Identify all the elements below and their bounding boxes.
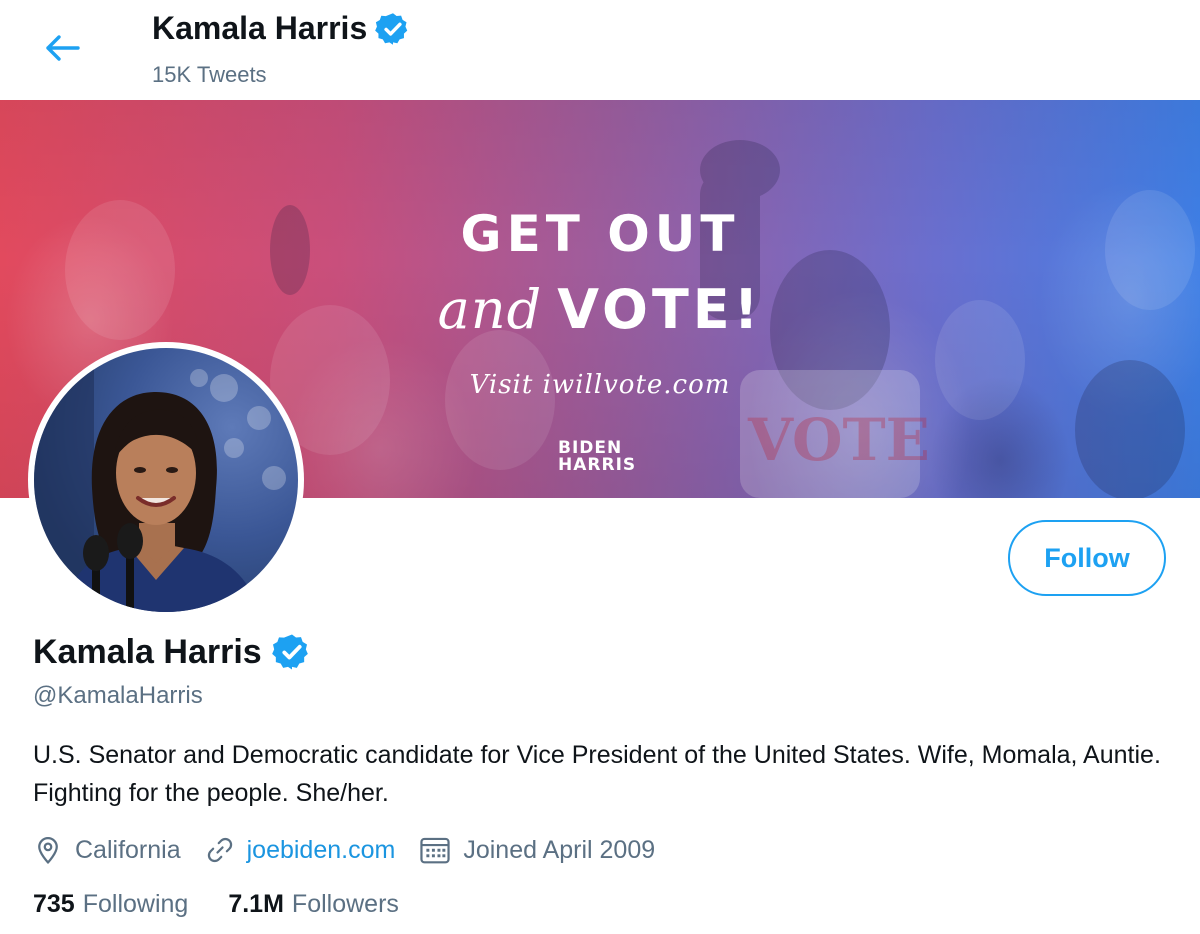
profile-avatar[interactable] bbox=[28, 342, 304, 618]
following-stat[interactable]: 735 Following bbox=[33, 890, 188, 919]
tweet-count: 15K Tweets bbox=[152, 62, 267, 87]
calendar-icon bbox=[420, 837, 450, 864]
followers-stat[interactable]: 7.1M Followers bbox=[228, 890, 399, 919]
banner-subheadline: and VOTE! bbox=[0, 278, 1200, 341]
follow-button[interactable]: Follow bbox=[1008, 520, 1166, 596]
avatar-photo bbox=[34, 348, 298, 612]
following-count: 735 bbox=[33, 890, 75, 918]
profile-meta: California joebiden.com Joined April 200… bbox=[33, 832, 679, 868]
website-link[interactable]: joebiden.com bbox=[247, 836, 396, 865]
following-label: Following bbox=[82, 890, 189, 918]
joined-item: Joined April 2009 bbox=[419, 835, 655, 865]
link-icon bbox=[207, 837, 232, 863]
profile-bio: U.S. Senator and Democratic candidate fo… bbox=[33, 741, 1161, 807]
biden-harris-logo: BIDEN HARRIS bbox=[558, 440, 642, 474]
header-title: Kamala Harris bbox=[152, 10, 411, 47]
banner-and-word: and bbox=[437, 278, 543, 341]
profile-handle: @KamalaHarris bbox=[33, 682, 203, 709]
banner-vote-word: VOTE! bbox=[557, 278, 763, 341]
logo-bottom-word: HARRIS bbox=[558, 455, 637, 475]
website-item[interactable]: joebiden.com bbox=[205, 835, 396, 865]
profile-header: Kamala Harris 15K Tweets bbox=[0, 0, 1200, 100]
verified-badge-icon bbox=[271, 634, 308, 670]
back-button[interactable] bbox=[40, 28, 84, 68]
location-item: California bbox=[33, 835, 181, 865]
joined-text: Joined April 2009 bbox=[463, 835, 656, 864]
banner-headline: GET OUT bbox=[460, 205, 740, 263]
followers-count: 7.1M bbox=[228, 890, 284, 918]
avatar-portrait-illustration bbox=[34, 348, 286, 612]
profile-display-name: Kamala Harris bbox=[33, 632, 312, 672]
location-text: California bbox=[75, 835, 181, 864]
profile-name-text: Kamala Harris bbox=[33, 632, 262, 671]
location-pin-icon bbox=[38, 837, 58, 864]
followers-label: Followers bbox=[291, 890, 399, 918]
verified-badge-icon bbox=[375, 12, 408, 45]
back-arrow-icon bbox=[46, 35, 80, 61]
profile-stats: 735 Following 7.1M Followers bbox=[33, 890, 439, 919]
header-name-text: Kamala Harris bbox=[152, 10, 368, 46]
